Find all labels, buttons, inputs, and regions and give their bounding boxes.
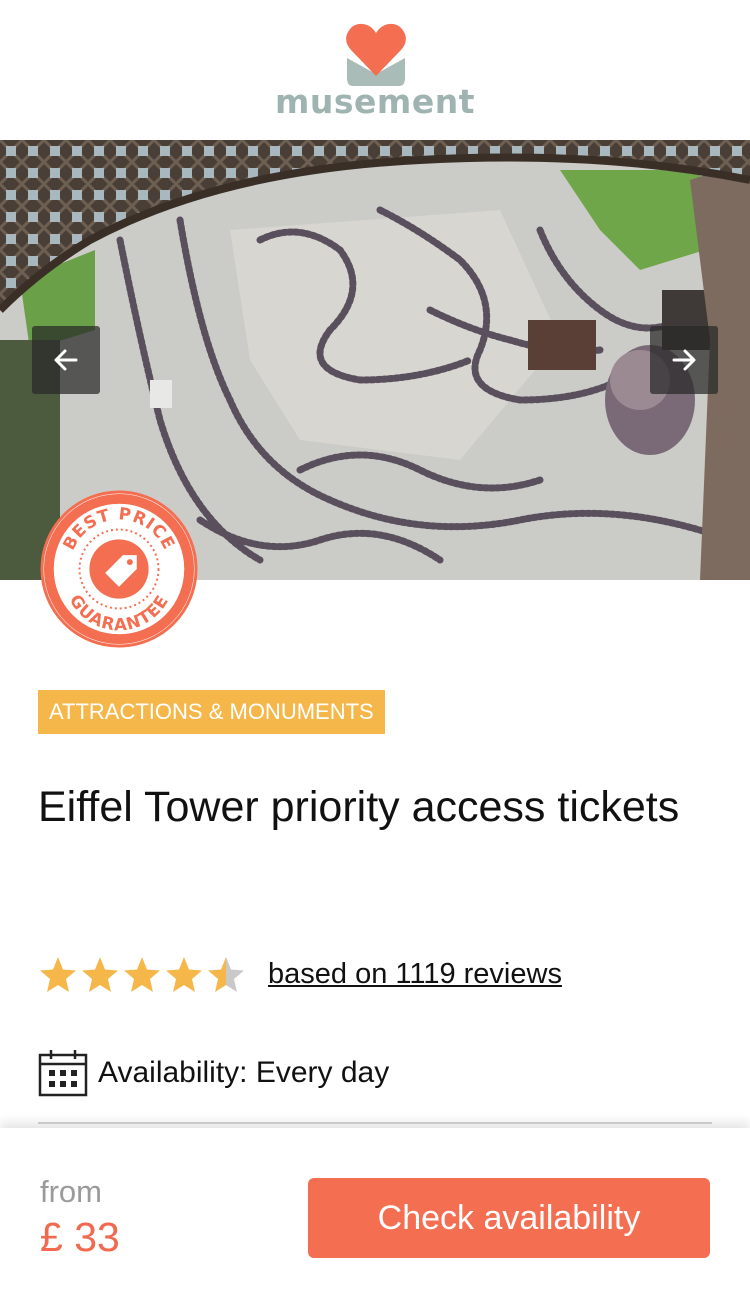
availability-text: Availability: Every day	[98, 1056, 390, 1089]
divider	[38, 1122, 712, 1124]
product-title: Eiffel Tower priority access tickets	[38, 783, 680, 831]
gallery-prev-button[interactable]	[32, 326, 100, 394]
star-rating	[38, 952, 246, 998]
heart-logo-icon[interactable]	[343, 20, 409, 86]
star-icon	[166, 957, 202, 992]
price: £ 33	[40, 1214, 120, 1260]
brand-name[interactable]: musement	[0, 82, 750, 121]
header: musement	[0, 0, 750, 140]
star-icon	[82, 957, 118, 992]
stars	[38, 955, 246, 995]
gallery-next-button[interactable]	[650, 326, 718, 394]
calendar-icon	[38, 1050, 88, 1097]
arrow-right-icon	[672, 349, 696, 371]
price-tag-icon	[89, 539, 149, 599]
category-tag[interactable]: ATTRACTIONS & MONUMENTS	[38, 690, 385, 734]
availability-row: Availability: Every day	[38, 1048, 389, 1098]
best-price-guarantee-badge: BEST PRICE GUARANTEE	[40, 490, 198, 648]
check-availability-button[interactable]: Check availability	[308, 1178, 710, 1258]
arrow-left-icon	[54, 349, 78, 371]
star-icon	[124, 957, 160, 992]
from-label: from	[40, 1174, 102, 1209]
star-icon	[40, 957, 76, 992]
star-icon	[208, 957, 244, 992]
reviews-link[interactable]: based on 1119 reviews	[268, 952, 562, 996]
